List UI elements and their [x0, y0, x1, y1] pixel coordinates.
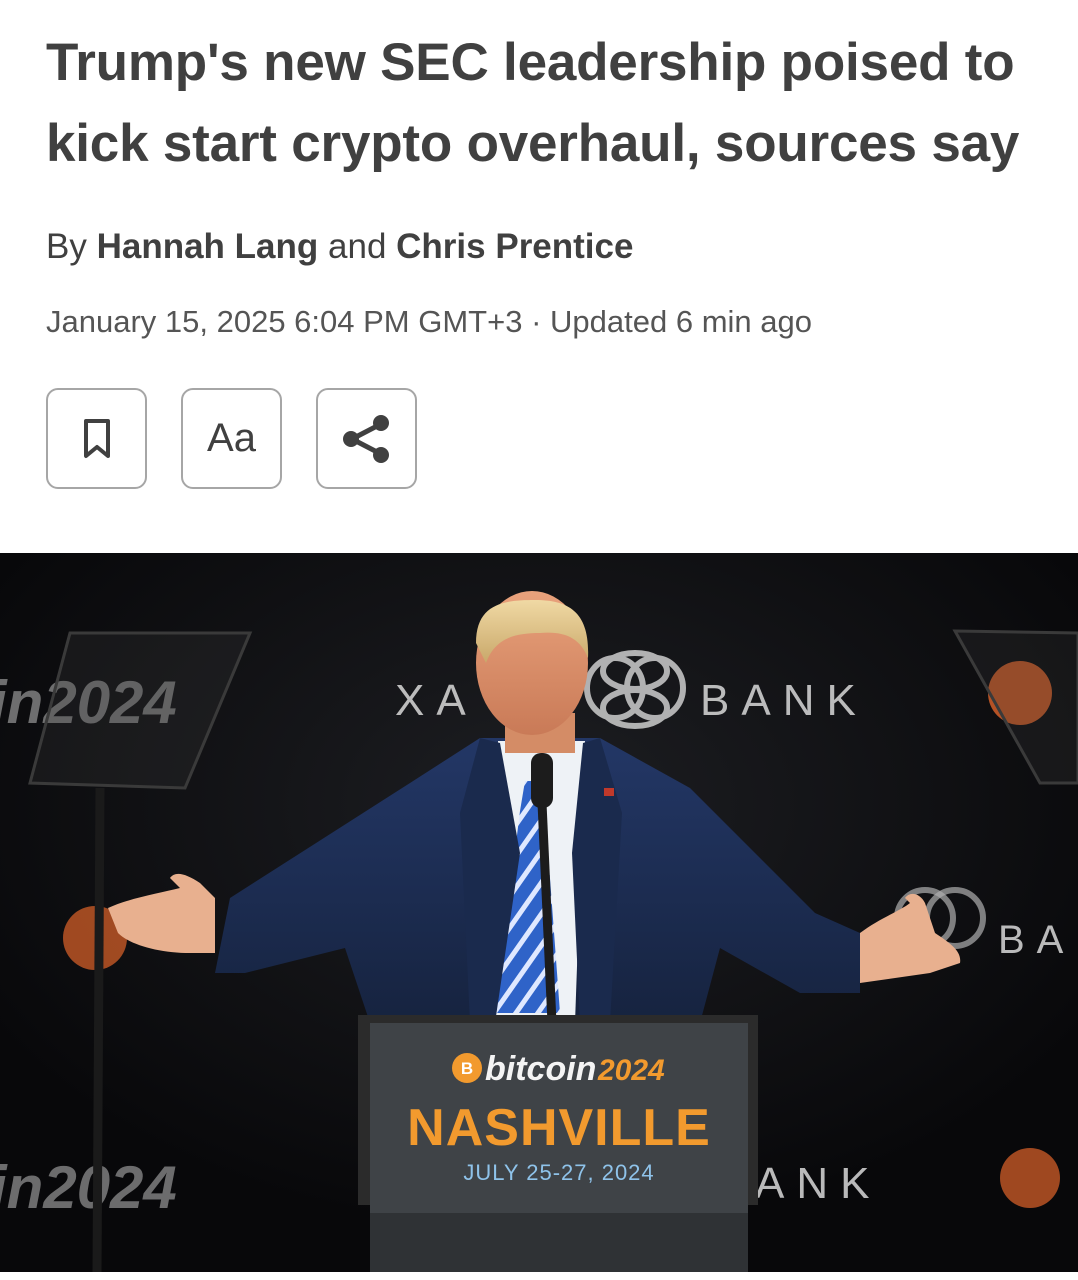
- author-link-2[interactable]: Chris Prentice: [396, 227, 633, 266]
- updated-time: Updated 6 min ago: [550, 304, 813, 339]
- article-toolbar: Aa: [46, 388, 451, 489]
- text-size-label: Aa: [207, 416, 256, 460]
- svg-text:B: B: [461, 1059, 473, 1078]
- bottom-strip: [0, 1272, 1078, 1280]
- backdrop-text-bank: BANK: [700, 676, 868, 725]
- share-icon: [342, 414, 389, 463]
- podium: B bitcoin 2024 NASHVILLE JULY 25-27, 202…: [358, 1015, 758, 1272]
- publish-date: January 15, 2025 6:04 PM GMT+3: [46, 304, 523, 339]
- share-button[interactable]: [316, 388, 417, 489]
- backdrop-text-left-bottom: in2024: [0, 1154, 177, 1221]
- article-headline: Trump's new SEC leadership poised to kic…: [46, 33, 1020, 173]
- text-size-button[interactable]: Aa: [181, 388, 282, 489]
- byline-connector: and: [328, 227, 387, 266]
- backdrop-text-ba: BA: [998, 918, 1075, 962]
- byline: By Hannah Lang and Chris Prentice: [46, 224, 633, 270]
- backdrop-text-xa: XA: [395, 676, 478, 725]
- bookmark-icon: [83, 418, 110, 458]
- podium-dates: JULY 25-27, 2024: [463, 1160, 654, 1185]
- backdrop-text-ank: ANK: [755, 1159, 881, 1208]
- author-link-1[interactable]: Hannah Lang: [97, 227, 319, 266]
- bookmark-button[interactable]: [46, 388, 147, 489]
- dateline-separator: ·: [531, 304, 542, 339]
- podium-brand-a: bitcoin: [485, 1050, 596, 1088]
- flag-pin: [604, 788, 614, 796]
- podium-brand-b: 2024: [597, 1054, 665, 1087]
- dateline: January 15, 2025 6:04 PM GMT+3 · Updated…: [46, 300, 812, 344]
- byline-prefix: By: [46, 227, 87, 266]
- photo-scene: in2024 in2024 XA BANK BA ANK: [0, 553, 1078, 1272]
- podium-city: NASHVILLE: [407, 1099, 711, 1157]
- article-photo[interactable]: in2024 in2024 XA BANK BA ANK: [0, 553, 1078, 1272]
